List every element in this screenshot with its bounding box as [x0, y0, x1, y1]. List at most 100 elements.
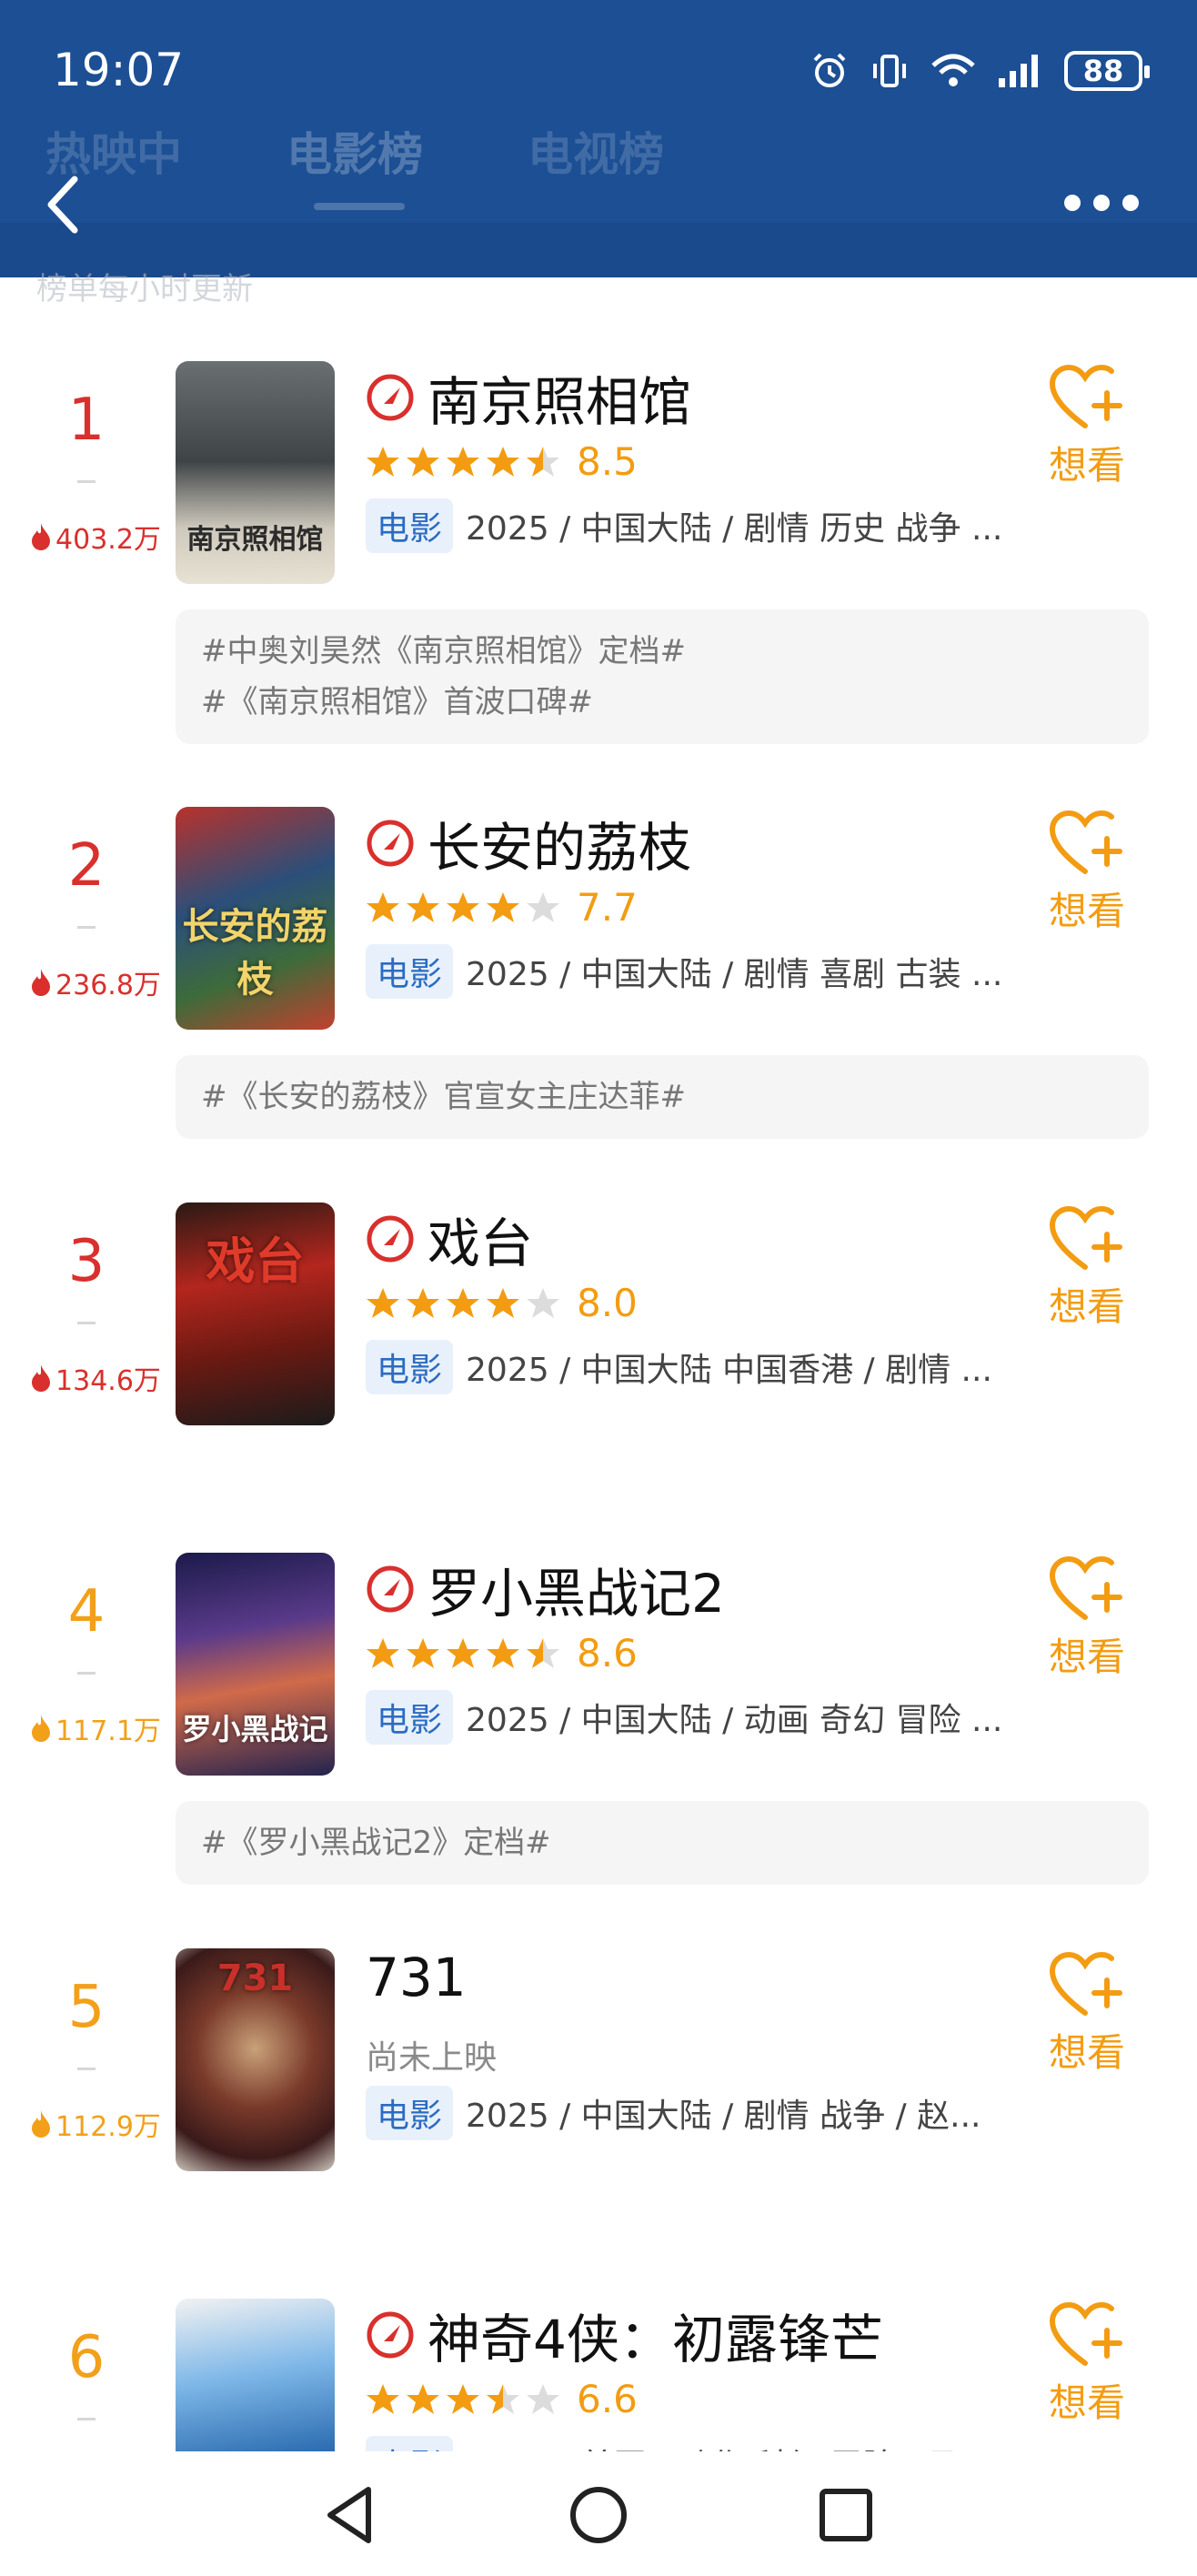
type-tag: 电影 — [366, 2086, 454, 2140]
rating-score: 7.7 — [577, 885, 638, 930]
flame-icon — [32, 969, 51, 996]
star-icon — [487, 1287, 519, 1318]
rank-number: 2 — [67, 832, 106, 900]
meta-row: 电影 2025 / 美国 / 动作 科幻 冒险 / 马... — [366, 2436, 1021, 2451]
battery-level: 88 — [1082, 54, 1124, 88]
movie-title[interactable]: 戏台 — [428, 1201, 533, 1277]
movie-title[interactable]: 731 — [366, 1947, 467, 2008]
rank-divider — [77, 480, 96, 483]
movie-meta: 2025 / 中国大陆 / 剧情 战争 / 赵... — [466, 2098, 981, 2135]
vibrate-icon — [873, 55, 906, 87]
topics-box: #中奥刘昊然《南京照相馆》定档# #《南京照相馆》首波口碑# — [176, 609, 1149, 744]
rating-row: 8.0 — [366, 1281, 638, 1325]
topic-link[interactable]: #《南京照相馆》首波口碑# — [201, 677, 1123, 728]
star-rating — [366, 2382, 560, 2417]
want-to-see-button[interactable]: 想看 — [1028, 1951, 1146, 2078]
star-rating — [366, 445, 560, 479]
meta-row: 电影 2025 / 中国大陆 / 剧情 历史 战争 ... — [366, 498, 1021, 553]
movie-ranking-list: 1 403.2万 南京照相馆 南京照相馆 8.5 电影 2025 / 中国大陆 … — [0, 309, 1197, 2451]
play-badge-icon — [367, 2311, 414, 2359]
movie-meta: 2025 / 中国大陆 / 动画 奇幻 冒险 ... — [466, 1702, 1003, 1739]
movie-poster[interactable]: 罗小黑战记 — [176, 1553, 335, 1776]
want-to-see-button[interactable]: 想看 — [1028, 2301, 1146, 2428]
title-row: 罗小黑战记2 — [366, 1551, 725, 1627]
star-rating — [366, 1636, 560, 1671]
rating-score: 8.5 — [577, 439, 638, 484]
heart-plus-icon — [1049, 1205, 1122, 1270]
signal-icon — [999, 55, 1038, 87]
movie-title[interactable]: 神奇4侠：初露锋芒 — [428, 2297, 883, 2373]
active-tab-indicator — [314, 203, 405, 210]
topic-link[interactable]: #中奥刘昊然《南京照相馆》定档# — [201, 626, 1123, 677]
movie-poster[interactable]: 南京照相馆 — [176, 361, 335, 584]
rank-divider — [77, 2418, 96, 2420]
heat-value: 112.9万 — [55, 2111, 161, 2143]
more-dot — [1093, 195, 1110, 211]
nav-back-icon[interactable] — [314, 2479, 387, 2551]
heart-plus-icon — [1049, 2301, 1122, 2366]
status-bar: 19:07 88 — [0, 0, 1197, 136]
star-icon — [527, 446, 559, 477]
heart-plus-icon — [1049, 1951, 1122, 2016]
movie-title[interactable]: 南京照相馆 — [428, 359, 691, 436]
want-label: 想看 — [1048, 2030, 1125, 2075]
topic-link[interactable]: #《长安的荔枝》官宣女主庄达菲# — [201, 1072, 1123, 1122]
star-icon — [487, 446, 519, 477]
rank-divider — [77, 1322, 96, 1324]
play-badge-icon — [367, 1215, 414, 1263]
rating-row: 6.6 — [366, 2377, 638, 2421]
topic-link[interactable]: #《罗小黑战记2》定档# — [201, 1817, 1123, 1868]
meta-row: 电影 2025 / 中国大陆 / 剧情 喜剧 古装 ... — [366, 944, 1021, 999]
star-icon — [487, 1637, 519, 1668]
star-rating — [366, 891, 560, 925]
want-to-see-button[interactable]: 想看 — [1028, 1205, 1146, 1332]
star-icon — [447, 2383, 479, 2414]
movie-poster[interactable]: 731 — [176, 1948, 335, 2171]
title-row: 长安的荔枝 — [366, 805, 691, 881]
movie-meta: 2025 / 中国大陆 / 剧情 喜剧 古装 ... — [466, 956, 1003, 993]
movie-poster[interactable] — [176, 2299, 335, 2451]
nav-home-icon[interactable] — [562, 2479, 635, 2551]
star-icon — [407, 446, 439, 477]
flame-icon — [32, 1364, 51, 1392]
star-icon — [367, 2383, 399, 2414]
tab-tv-chart[interactable]: 电视榜 — [528, 118, 664, 184]
star-icon — [527, 1287, 559, 1318]
want-to-see-button[interactable]: 想看 — [1028, 1555, 1146, 1682]
meta-row: 电影 2025 / 中国大陆 中国香港 / 剧情 ... — [366, 1340, 1021, 1394]
want-to-see-button[interactable]: 想看 — [1028, 364, 1146, 490]
star-icon — [487, 2383, 519, 2414]
type-tag: 电影 — [366, 498, 454, 553]
heat-count: 134.6万 — [18, 1358, 173, 1398]
rating-row: 8.5 — [366, 439, 638, 484]
play-badge-icon — [367, 374, 414, 421]
want-to-see-button[interactable]: 想看 — [1028, 810, 1146, 936]
heat-count: 112.9万 — [18, 2104, 173, 2144]
rank-divider — [77, 926, 96, 929]
star-icon — [527, 891, 559, 922]
title-row: 戏台 — [366, 1201, 533, 1277]
rank-number: 6 — [67, 2324, 106, 2391]
alarm-icon — [813, 53, 846, 87]
chevron-left-icon — [47, 176, 78, 234]
movie-title[interactable]: 长安的荔枝 — [428, 805, 691, 881]
rating-score: 8.0 — [577, 1281, 638, 1325]
flame-icon — [32, 2110, 51, 2138]
ranking-tabs: 热映中 电影榜 电视榜 — [0, 118, 1197, 218]
rank-number: 1 — [67, 387, 106, 454]
poster-title: 长安的荔枝 — [182, 906, 328, 1001]
tab-movie-chart[interactable]: 电影榜 — [287, 118, 423, 184]
battery-indicator: 88 — [1064, 51, 1150, 91]
star-icon — [447, 446, 479, 477]
movie-meta: 2025 / 中国大陆 中国香港 / 剧情 ... — [466, 1352, 992, 1389]
type-tag: 电影 — [366, 1340, 454, 1394]
movie-poster[interactable]: 戏台 — [176, 1202, 335, 1425]
nav-recents-icon[interactable] — [810, 2479, 882, 2551]
back-button[interactable] — [36, 168, 91, 241]
movie-poster[interactable]: 长安的荔枝 — [176, 807, 335, 1030]
heat-count: 117.1万 — [18, 1708, 173, 1748]
star-icon — [527, 1637, 559, 1668]
movie-title[interactable]: 罗小黑战记2 — [428, 1551, 725, 1627]
more-button[interactable] — [1055, 182, 1146, 218]
status-time: 19:07 — [53, 44, 185, 96]
